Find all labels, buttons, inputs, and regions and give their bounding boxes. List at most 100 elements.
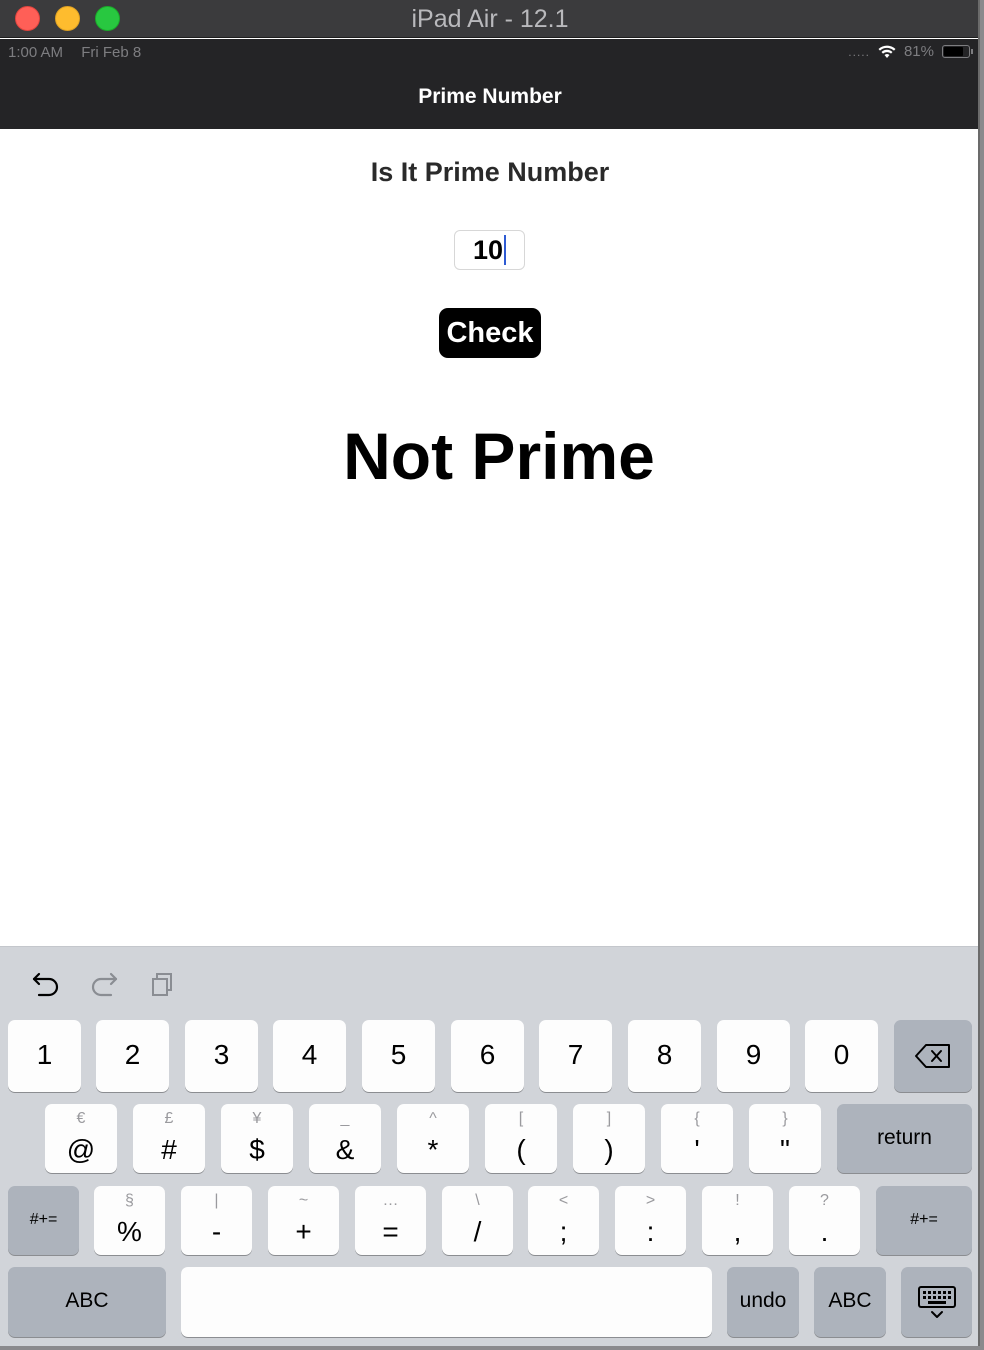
key-symbol-14[interactable]: / \	[442, 1186, 513, 1255]
abc-key-left[interactable]: ABC	[8, 1267, 166, 1337]
key-symbol: )	[604, 1134, 614, 1165]
key-0[interactable]: 0	[805, 1020, 878, 1092]
key-symbol-13[interactable]: =…	[355, 1186, 426, 1255]
more-symbols-key-left[interactable]: #+=	[8, 1186, 79, 1255]
key-symbol: %	[117, 1216, 142, 1247]
key-symbol: (	[516, 1134, 526, 1165]
key-symbol-18[interactable]: .?	[789, 1186, 860, 1255]
key-symbol: 5	[390, 1039, 407, 1070]
keyboard-dismiss-icon	[918, 1286, 956, 1318]
key-symbol: ,	[733, 1216, 742, 1247]
key-1[interactable]: 1	[8, 1020, 81, 1092]
key-alt-symbol: \	[475, 1192, 480, 1209]
key-symbol-9[interactable]: "}	[749, 1104, 821, 1173]
undo-key[interactable]: undo	[727, 1267, 799, 1337]
key-label: return	[877, 1125, 932, 1149]
key-alt-symbol: ¥	[252, 1110, 262, 1127]
redo-icon[interactable]	[88, 969, 120, 999]
delete-key[interactable]	[894, 1020, 972, 1092]
key-7[interactable]: 7	[539, 1020, 612, 1092]
number-input[interactable]: 10	[454, 230, 525, 270]
key-alt-symbol: §	[125, 1192, 134, 1209]
key-symbol: -	[211, 1216, 222, 1247]
key-alt-symbol: ^	[429, 1110, 437, 1127]
key-alt-symbol: {	[694, 1110, 700, 1127]
key-symbol: 4	[301, 1039, 318, 1070]
key-3[interactable]: 3	[185, 1020, 258, 1092]
window-title: iPad Air - 12.1	[411, 5, 569, 33]
key-label: ABC	[65, 1289, 109, 1312]
key-6[interactable]: 6	[451, 1020, 524, 1092]
status-date: Fri Feb 8	[81, 44, 142, 61]
key-symbol-15[interactable]: ; <	[528, 1186, 599, 1255]
key-symbol: +	[295, 1216, 312, 1247]
text-caret	[504, 234, 507, 265]
nav-title: Prime Number	[418, 85, 562, 108]
key-symbol-1[interactable]: @ €	[45, 1104, 117, 1173]
key-symbol-16[interactable]: : >	[615, 1186, 686, 1255]
key-symbol: :	[646, 1216, 655, 1247]
navigation-bar: Prime Number	[0, 67, 978, 129]
key-alt-symbol: |	[214, 1192, 219, 1209]
key-2[interactable]: 2	[96, 1020, 169, 1092]
key-alt-symbol: ~	[298, 1192, 309, 1209]
key-symbol: &	[335, 1134, 355, 1165]
key-symbol: 8	[656, 1039, 673, 1070]
key-symbol: 7	[567, 1039, 584, 1070]
key-8[interactable]: 8	[628, 1020, 701, 1092]
key-alt-symbol: <	[558, 1192, 569, 1209]
key-symbol-17[interactable]: ,!	[702, 1186, 773, 1255]
key-symbol-4[interactable]: & _	[309, 1104, 381, 1173]
space-key[interactable]	[181, 1267, 712, 1337]
key-label: undo	[739, 1289, 787, 1312]
key-alt-symbol: ?	[820, 1192, 829, 1209]
dismiss-keyboard-key[interactable]	[901, 1267, 972, 1337]
paste-icon[interactable]	[146, 969, 178, 999]
key-symbol-6[interactable]: ([	[485, 1104, 557, 1173]
status-bar: 1:00 AM Fri Feb 8 ..... 81%	[0, 39, 978, 67]
number-input-value: 10	[472, 235, 504, 265]
key-symbol: .	[820, 1216, 829, 1247]
key-4[interactable]: 4	[273, 1020, 346, 1092]
more-symbols-key-right[interactable]: #+=	[876, 1186, 972, 1255]
simulator-window: iPad Air - 12.1 1:00 AM Fri Feb 8 ..... …	[0, 0, 980, 1346]
key-label: ABC	[828, 1289, 872, 1312]
key-symbol: *	[427, 1134, 439, 1165]
key-symbol-2[interactable]: # £	[133, 1104, 205, 1173]
key-alt-symbol: >	[645, 1192, 656, 1209]
key-symbol: 3	[213, 1039, 230, 1070]
key-symbol: ;	[559, 1216, 568, 1247]
key-alt-symbol: …	[382, 1192, 399, 1209]
undo-icon[interactable]	[30, 969, 62, 999]
key-symbol-3[interactable]: $ ¥	[221, 1104, 293, 1173]
status-time: 1:00 AM	[8, 44, 64, 61]
key-symbol-11[interactable]: - |	[181, 1186, 252, 1255]
key-symbol-8[interactable]: '{	[661, 1104, 733, 1173]
key-alt-symbol: !	[735, 1192, 740, 1209]
key-symbol-12[interactable]: + ~	[268, 1186, 339, 1255]
key-symbol: =	[382, 1216, 399, 1247]
battery-percent: 81%	[903, 43, 934, 60]
page-heading: Is It Prime Number	[370, 157, 610, 187]
key-symbol-7[interactable]: )]	[573, 1104, 645, 1173]
key-alt-symbol: _	[340, 1110, 350, 1127]
key-symbol: 2	[124, 1039, 141, 1070]
key-alt-symbol: [	[518, 1110, 524, 1127]
abc-key-right[interactable]: ABC	[814, 1267, 886, 1337]
key-symbol-10[interactable]: % §	[94, 1186, 165, 1255]
title-bar: iPad Air - 12.1	[0, 0, 978, 38]
key-9[interactable]: 9	[717, 1020, 790, 1092]
key-symbol: 0	[833, 1039, 850, 1070]
key-symbol: 1	[36, 1039, 53, 1070]
key-label: #+=	[910, 1210, 938, 1228]
return-key[interactable]: return	[837, 1104, 972, 1173]
key-symbol: 6	[479, 1039, 496, 1070]
key-symbol: 9	[745, 1039, 762, 1070]
key-symbol: @	[66, 1134, 96, 1165]
key-symbol: "	[780, 1134, 790, 1165]
key-5[interactable]: 5	[362, 1020, 435, 1092]
key-symbol-5[interactable]: * ^	[397, 1104, 469, 1173]
key-symbol: /	[473, 1216, 482, 1247]
check-button[interactable]: Check	[439, 308, 541, 358]
key-symbol: #	[161, 1134, 177, 1165]
